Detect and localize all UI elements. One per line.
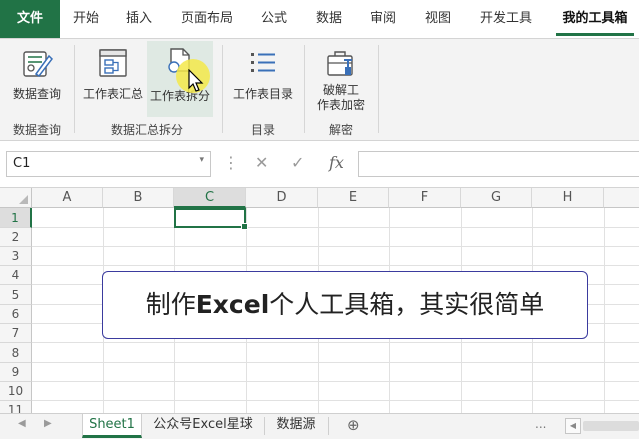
more-dots-icon[interactable]: ⋮ [223, 153, 239, 172]
more-sheets-icon[interactable]: ... [535, 417, 546, 431]
sheet-summary-label: 工作表汇总 [82, 87, 143, 101]
tab-formulas[interactable]: 公式 [256, 0, 292, 38]
ribbon-separator [304, 45, 305, 133]
ribbon-separator [222, 45, 223, 133]
gridline [32, 246, 639, 247]
sheet-prev-arrow-icon[interactable]: ◀ [18, 418, 26, 429]
gridline [32, 342, 639, 343]
column-header-b[interactable]: B [103, 188, 174, 208]
data-query-label: 数据查询 [12, 87, 61, 101]
crack-sheet-protection-label: 破解工 作表加密 [310, 83, 372, 113]
sheet-directory-button[interactable]: 工作表目录 [228, 47, 298, 102]
toolbox-icon [327, 51, 353, 76]
ribbon-separator [378, 45, 379, 133]
cancel-icon[interactable]: ✕ [255, 153, 268, 172]
caption-text-before: 制作 [145, 290, 196, 319]
tab-home[interactable]: 开始 [68, 0, 104, 38]
tab-file[interactable]: 文件 [0, 0, 60, 38]
list-icon [251, 53, 275, 72]
tab-developer[interactable]: 开发工具 [474, 0, 538, 38]
sheet-summary-icon [99, 49, 127, 77]
group-label-decrypt: 解密 [328, 123, 353, 137]
sheet-summary-button[interactable]: 工作表汇总 [80, 47, 146, 102]
add-sheet-icon[interactable]: ⊕ [347, 416, 360, 434]
insert-function-icon[interactable]: fx [329, 153, 344, 172]
row-header-6[interactable]: 6 [0, 305, 32, 324]
gridline [604, 208, 605, 414]
tab-insert[interactable]: 插入 [121, 0, 157, 38]
row-header-8[interactable]: 8 [0, 343, 32, 363]
column-header-e[interactable]: E [318, 188, 389, 208]
column-header-c[interactable]: C [174, 188, 246, 208]
gridline [32, 400, 639, 401]
enter-icon[interactable]: ✓ [291, 153, 304, 172]
row-header-3[interactable]: 3 [0, 247, 32, 266]
tab-divider [264, 417, 265, 435]
tab-view[interactable]: 视图 [420, 0, 456, 38]
column-header-i[interactable] [604, 188, 639, 208]
row-header-7[interactable]: 7 [0, 324, 32, 343]
gridline [32, 362, 639, 363]
row-header-2[interactable]: 2 [0, 228, 32, 247]
name-box[interactable]: C1 ▾ [6, 151, 211, 177]
crack-sheet-protection-button[interactable]: 破解工 作表加密 [310, 47, 372, 113]
ribbon-panel: 数据查询 数据查询 工作表汇总 工作表拆分 数据汇总拆分 工作表目录 目录 破解… [0, 39, 639, 141]
column-header-h[interactable]: H [532, 188, 604, 208]
name-box-value: C1 [13, 156, 31, 171]
group-label-directory: 目录 [250, 123, 275, 137]
mouse-pointer-icon [188, 69, 204, 92]
row-header-5[interactable]: 5 [0, 285, 32, 305]
row-header-9[interactable]: 9 [0, 363, 32, 382]
tab-my-toolbox[interactable]: 我的工具箱 [556, 0, 634, 38]
tab-page-layout[interactable]: 页面布局 [175, 0, 239, 38]
caption-text-after: 个人工具箱，其实很简单 [269, 290, 545, 319]
select-all-corner[interactable] [0, 188, 32, 208]
sheet-directory-label: 工作表目录 [232, 87, 293, 101]
sheet-next-arrow-icon[interactable]: ▶ [44, 418, 52, 429]
formula-input[interactable] [358, 151, 639, 177]
crack-label-line2: 作表加密 [316, 98, 365, 112]
ribbon-separator [74, 45, 75, 133]
tab-data[interactable]: 数据 [311, 0, 347, 38]
sheet-tab-excel-star[interactable]: 公众号Excel星球 [146, 414, 260, 438]
sheet-tab-data-source[interactable]: 数据源 [268, 414, 324, 438]
column-header-g[interactable]: G [461, 188, 532, 208]
data-query-icon [23, 51, 53, 78]
tab-review[interactable]: 审阅 [365, 0, 401, 38]
tab-divider [328, 417, 329, 435]
crack-label-line1: 破解工 [322, 83, 359, 97]
data-query-button[interactable]: 数据查询 [6, 47, 68, 102]
group-label-summary-split: 数据汇总拆分 [110, 123, 183, 137]
group-label-data-query: 数据查询 [12, 123, 61, 137]
row-header-10[interactable]: 10 [0, 382, 32, 401]
row-header-1[interactable]: 1 [0, 208, 32, 228]
column-header-a[interactable]: A [32, 188, 103, 208]
column-header-d[interactable]: D [246, 188, 318, 208]
gridline [32, 381, 639, 382]
chevron-down-icon[interactable]: ▾ [199, 155, 204, 165]
horizontal-scrollbar[interactable] [583, 421, 639, 431]
sheet-tab-sheet1[interactable]: Sheet1 [82, 414, 142, 438]
ribbon-tab-bar: 文件 开始 插入 页面布局 公式 数据 审阅 视图 开发工具 我的工具箱 [0, 0, 639, 39]
gridline [32, 227, 639, 228]
gridline [32, 265, 639, 266]
hscroll-left-button[interactable]: ◀ [565, 418, 581, 434]
caption-banner: 制作Excel个人工具箱，其实很简单 [102, 271, 588, 339]
row-header-4[interactable]: 4 [0, 266, 32, 285]
active-cell-c1[interactable] [174, 208, 248, 230]
sheet-tab-bar: ◀ ▶ Sheet1 公众号Excel星球 数据源 ⊕ ... ◀ [0, 413, 639, 439]
column-header-f[interactable]: F [389, 188, 461, 208]
caption-text-bold: Excel [195, 290, 270, 319]
